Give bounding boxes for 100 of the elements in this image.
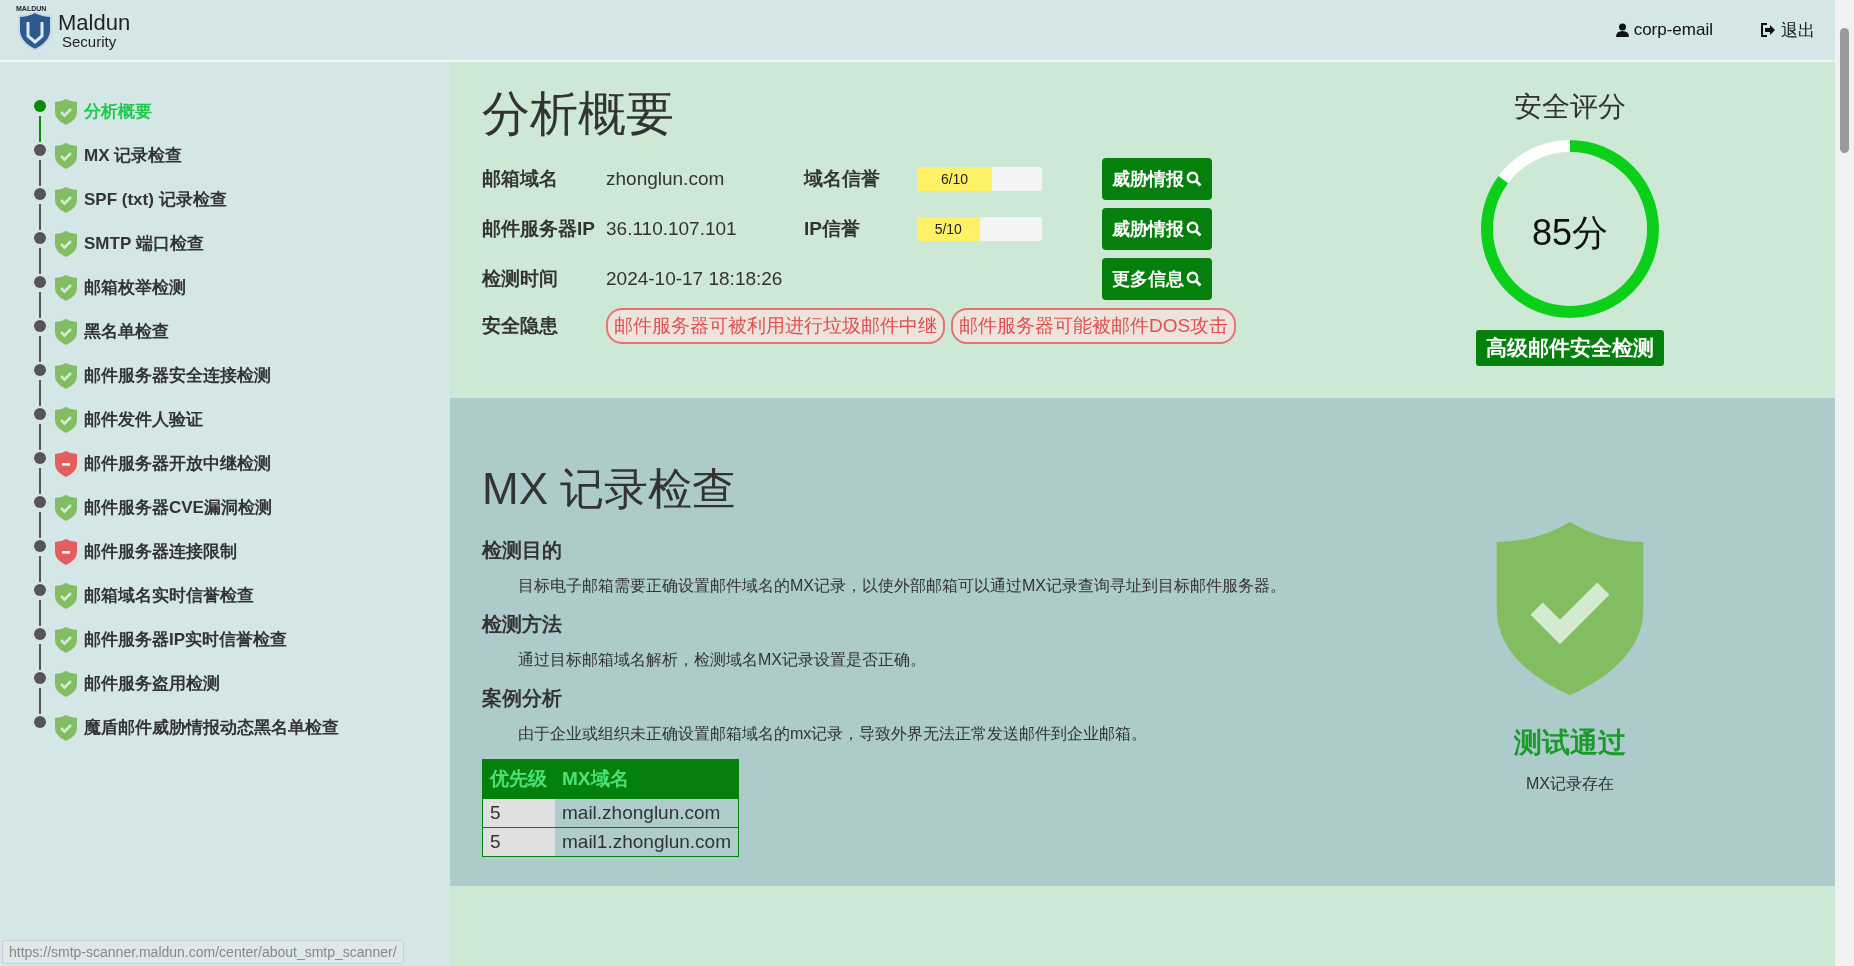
user-link[interactable]: corp-email xyxy=(1615,20,1713,40)
shield-check-icon xyxy=(54,185,78,215)
result-status: 测试通过 xyxy=(1514,726,1626,761)
threat-intel-button[interactable]: 威胁情报 xyxy=(1102,208,1212,250)
field-label: IP信誉 xyxy=(804,217,861,241)
timeline-line xyxy=(39,380,41,406)
timeline-dot xyxy=(34,408,46,420)
field-label: 检测时间 xyxy=(482,267,559,291)
sidebar-item[interactable]: 邮件服务器CVE漏洞检测 xyxy=(54,493,272,523)
field-label: 安全隐患 xyxy=(482,314,559,338)
timeline-dot xyxy=(34,452,46,464)
score-value: 85分 xyxy=(1530,211,1609,255)
column-header: 优先级 xyxy=(482,759,555,799)
link-preview: https://smtp-scanner.maldun.com/center/about_smtp_scanner/ xyxy=(2,940,404,964)
shield-check-icon xyxy=(54,713,78,743)
description-text: 目标电子邮箱需要正确设置邮件域名的MX记录，以使外部邮箱可以通过MX记录查询寻址到目标邮件服务器。 xyxy=(518,576,1287,596)
timeline-dot xyxy=(34,672,46,684)
column-header: MX域名 xyxy=(555,759,739,799)
timeline-line xyxy=(39,424,41,450)
sidebar-item[interactable]: 黑名单检查 xyxy=(54,317,169,347)
description-text: 由于企业或组织未正确设置邮箱域名的mx记录，导致外界无法正常发送邮件到企业邮箱。 xyxy=(518,724,1149,744)
description-text: 通过目标邮箱域名解析，检测域名MX记录设置是否正确。 xyxy=(518,650,927,670)
field-value: 36.110.107.101 xyxy=(606,218,738,240)
timeline-line xyxy=(39,248,41,274)
shield-check-icon xyxy=(54,405,78,435)
reputation-reading: 6/10 xyxy=(939,170,970,189)
table-cell: mail.zhonglun.com xyxy=(555,798,739,828)
sidebar-item[interactable]: 魔盾邮件威胁情报动态黑名单检查 xyxy=(54,713,339,743)
shield-minus-icon xyxy=(54,449,78,479)
page-title: 分析概要 xyxy=(482,86,675,142)
shield-check-icon xyxy=(54,273,78,303)
risk-tag: 邮件服务器可被利用进行垃圾邮件中继 xyxy=(606,308,945,344)
logout-icon xyxy=(1761,23,1776,37)
table-cell: 5 xyxy=(482,827,555,857)
section-title: MX 记录检查 xyxy=(482,463,738,515)
more-info-button[interactable]: 更多信息 xyxy=(1102,258,1212,300)
sidebar-item[interactable]: MX 记录检查 xyxy=(54,141,183,171)
field-value: 2024-10-17 18:18:26 xyxy=(606,268,784,290)
shield-check-icon xyxy=(54,229,78,259)
sidebar-item[interactable]: 邮件发件人验证 xyxy=(54,405,203,435)
timeline-line xyxy=(39,600,41,626)
sidebar-item[interactable]: 邮箱枚举检测 xyxy=(54,273,186,303)
timeline-line xyxy=(39,204,41,230)
logo-subtitle: Security xyxy=(62,33,118,49)
timeline-dot xyxy=(34,716,46,728)
shield-check-icon xyxy=(54,317,78,347)
scrollbar[interactable] xyxy=(1835,0,1854,966)
timeline-dot xyxy=(34,188,46,200)
timeline-line xyxy=(39,556,41,582)
timeline-dot xyxy=(34,320,46,332)
field-label: 邮件服务器IP xyxy=(482,217,596,241)
shield-check-icon xyxy=(54,581,78,611)
shield-minus-icon xyxy=(54,537,78,567)
reputation-reading: 5/10 xyxy=(933,220,963,239)
user-icon xyxy=(1615,23,1629,37)
timeline-line xyxy=(39,116,41,142)
timeline-line xyxy=(39,336,41,362)
table-cell: 5 xyxy=(482,798,555,828)
logout-link[interactable]: 退出 xyxy=(1761,18,1815,42)
timeline-line xyxy=(39,292,41,318)
score-title: 安全评分 xyxy=(1514,90,1626,124)
subheading: 检测方法 xyxy=(482,612,563,637)
timeline-dot xyxy=(34,100,46,112)
sidebar-item[interactable]: 邮件服务器安全连接检测 xyxy=(54,361,271,391)
timeline-line xyxy=(39,512,41,538)
shield-check-icon xyxy=(54,669,78,699)
advanced-check-button[interactable]: 高级邮件安全检测 xyxy=(1476,330,1664,366)
timeline-dot xyxy=(34,628,46,640)
timeline-dot xyxy=(34,276,46,288)
sidebar-item[interactable]: 邮件服务盗用检测 xyxy=(54,669,220,699)
shield-check-icon xyxy=(54,141,78,171)
timeline-line xyxy=(39,644,41,670)
subheading: 检测目的 xyxy=(482,538,563,563)
logo-shield-icon xyxy=(16,8,54,52)
search-icon xyxy=(1186,221,1202,237)
shield-check-icon xyxy=(54,625,78,655)
shield-check-icon xyxy=(54,493,78,523)
sidebar-item[interactable]: SMTP 端口检查 xyxy=(54,229,204,259)
timeline-line xyxy=(39,468,41,494)
shield-check-icon xyxy=(54,361,78,391)
subheading: 案例分析 xyxy=(482,686,563,711)
field-label: 域名信誉 xyxy=(804,167,881,191)
timeline-dot xyxy=(34,496,46,508)
scrollbar-thumb[interactable] xyxy=(1840,28,1849,153)
threat-intel-button[interactable]: 威胁情报 xyxy=(1102,158,1212,200)
result-note: MX记录存在 xyxy=(1526,774,1614,795)
table-cell: mail1.zhonglun.com xyxy=(555,827,739,857)
timeline-line xyxy=(39,688,41,714)
field-value: zhonglun.com xyxy=(606,168,726,190)
search-icon xyxy=(1186,171,1202,187)
sidebar-item[interactable]: 邮件服务器开放中继检测 xyxy=(54,449,271,479)
timeline-line xyxy=(39,160,41,186)
timeline-dot xyxy=(34,584,46,596)
search-icon xyxy=(1186,271,1202,287)
sidebar-item[interactable]: 邮件服务器IP实时信誉检查 xyxy=(54,625,288,655)
shield-check-icon xyxy=(54,97,78,127)
sidebar-item[interactable]: SPF (txt) 记录检查 xyxy=(54,185,227,215)
timeline-dot xyxy=(34,364,46,376)
sidebar-item[interactable]: 邮箱域名实时信誉检查 xyxy=(54,581,254,611)
sidebar-item[interactable]: 邮件服务器连接限制 xyxy=(54,537,237,567)
